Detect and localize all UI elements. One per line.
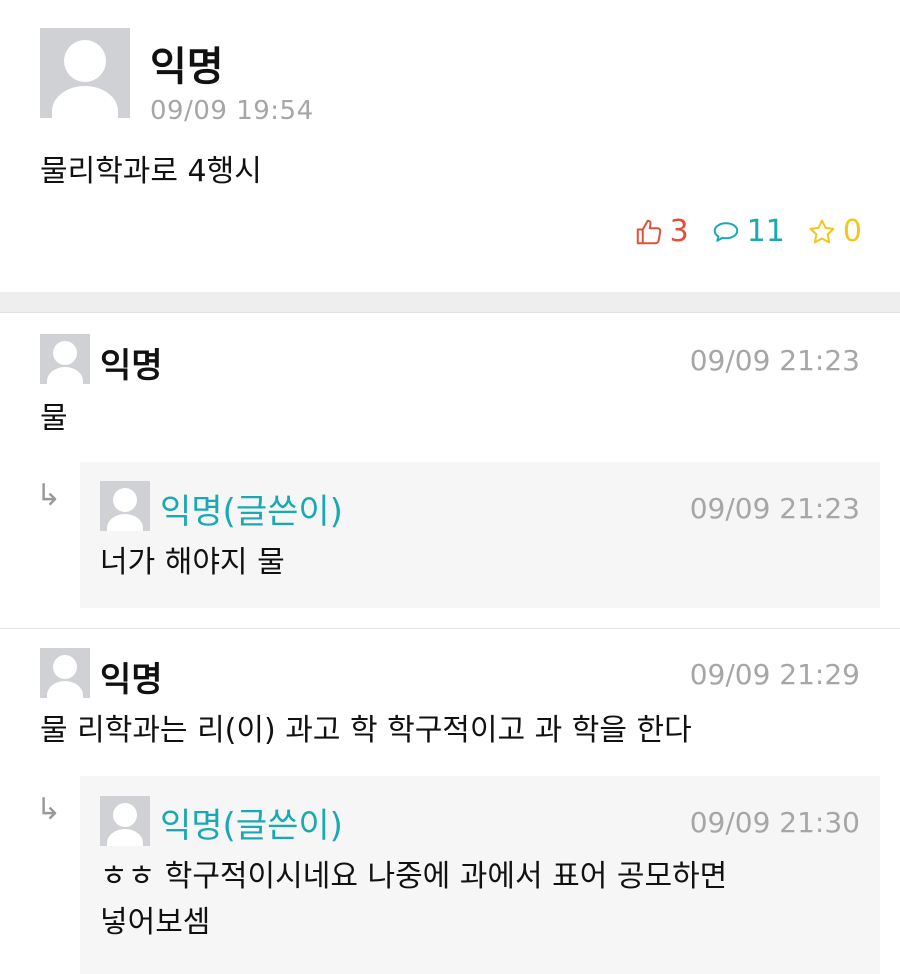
like-count: 3 xyxy=(669,214,689,249)
comment-author: 익명 xyxy=(100,660,163,700)
post-avatar-icon xyxy=(40,28,130,118)
reply-text-line-2: 넣어보셈 xyxy=(100,905,211,940)
reply-text-line-1: ㅎㅎ 학구적이시네요 나중에 과에서 표어 공모하면 xyxy=(100,859,728,894)
like-button[interactable]: 3 xyxy=(634,214,689,249)
comment-avatar-icon xyxy=(40,334,90,384)
reply-time: 09/09 21:23 xyxy=(689,492,860,525)
post-author: 익명 xyxy=(150,44,224,90)
reply-author-op: 익명(글쓴이) xyxy=(160,492,343,532)
reply-arrow-icon: ↳ xyxy=(36,478,62,513)
reply-author-op: 익명(글쓴이) xyxy=(160,806,343,846)
comment-time: 09/09 21:29 xyxy=(689,658,860,691)
comment-author: 익명 xyxy=(100,346,163,386)
section-separator xyxy=(0,292,900,313)
comment-count-button[interactable]: 11 xyxy=(711,214,785,249)
scrap-count: 0 xyxy=(842,214,862,249)
post-title: 물리학과로 4행시 xyxy=(40,154,262,189)
post: 익명 09/09 19:54 물리학과로 4행시 3 11 0 xyxy=(0,0,900,292)
comment-avatar-icon xyxy=(40,648,90,698)
speech-bubble-icon xyxy=(713,221,738,242)
reply-time: 09/09 21:30 xyxy=(689,806,860,839)
reply-avatar-icon xyxy=(100,796,150,846)
comment-time: 09/09 21:23 xyxy=(689,344,860,377)
comment-divider xyxy=(0,628,900,629)
reply-text: 너가 해야지 물 xyxy=(100,545,285,580)
reply-avatar-icon xyxy=(100,481,150,531)
star-icon xyxy=(809,219,835,243)
post-stats: 3 11 0 xyxy=(634,214,862,249)
comment-text: 물 xyxy=(40,401,68,436)
comment-text: 물 리학과는 리(이) 과고 학 학구적이고 과 학을 한다 xyxy=(40,713,692,748)
thumbs-up-icon xyxy=(636,219,661,244)
post-time: 09/09 19:54 xyxy=(150,96,314,126)
scrap-button[interactable]: 0 xyxy=(807,214,862,249)
reply-arrow-icon: ↳ xyxy=(36,792,62,827)
comment-count: 11 xyxy=(746,214,785,249)
